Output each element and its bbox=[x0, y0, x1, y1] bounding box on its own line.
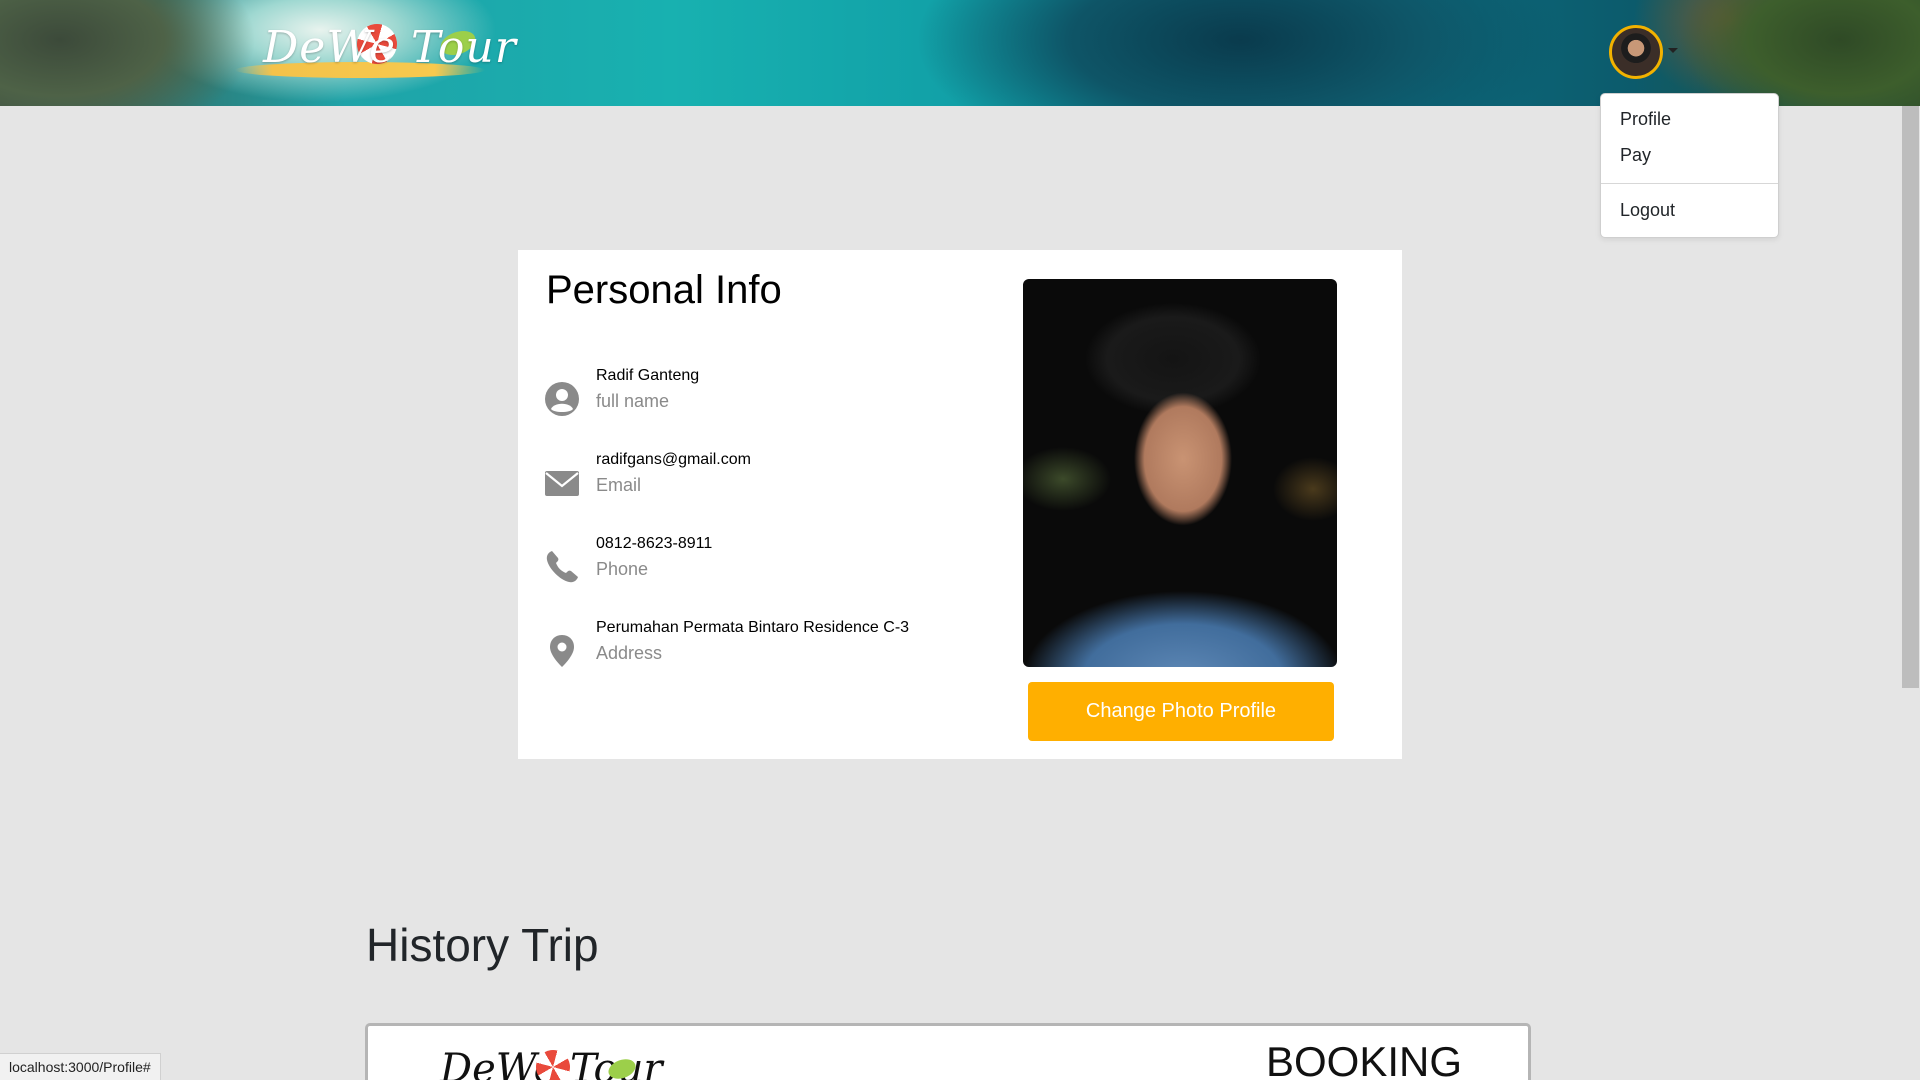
menu-divider bbox=[1601, 183, 1778, 184]
email-label: Email bbox=[596, 475, 642, 495]
phone-icon bbox=[546, 551, 578, 583]
personal-info-card: Personal Info Radif Ganteng full name ra… bbox=[518, 250, 1402, 759]
booking-label: BOOKING bbox=[1266, 1038, 1463, 1080]
address-label: Address bbox=[596, 643, 663, 663]
browser-status-url: localhost:3000/Profile# bbox=[0, 1053, 161, 1080]
booking-card: DeWe Tour BOOKING bbox=[365, 1023, 1531, 1080]
info-row-fullname: Radif Ganteng full name bbox=[544, 367, 994, 427]
info-row-email: radifgans@gmail.com Email bbox=[544, 451, 994, 511]
caret-down-icon[interactable] bbox=[1668, 48, 1678, 53]
brand-logo[interactable]: DeWe Tour bbox=[235, 16, 516, 82]
fullname-label: full name bbox=[596, 391, 670, 411]
phone-label: Phone bbox=[596, 559, 649, 579]
header-banner: DeWe Tour bbox=[0, 0, 1920, 106]
profile-photo bbox=[1023, 279, 1337, 667]
history-trip-title: History Trip bbox=[366, 919, 599, 971]
info-row-address: Perumahan Permata Bintaro Residence C-3 … bbox=[544, 619, 994, 679]
map-pin-icon bbox=[550, 635, 574, 667]
envelope-icon bbox=[545, 471, 579, 496]
menu-item-logout[interactable]: Logout bbox=[1620, 200, 1675, 221]
scrollbar-thumb[interactable] bbox=[1902, 106, 1919, 688]
logo-text: DeWe Tour bbox=[263, 22, 517, 73]
phone-value: 0812-8623-8911 bbox=[596, 535, 713, 552]
info-row-phone: 0812-8623-8911 Phone bbox=[544, 535, 994, 595]
booking-logo: DeWe Tour bbox=[440, 1043, 663, 1080]
menu-item-pay[interactable]: Pay bbox=[1620, 145, 1651, 166]
personal-info-title: Personal Info bbox=[546, 268, 782, 312]
email-value: radifgans@gmail.com bbox=[596, 451, 751, 468]
user-circle-icon bbox=[545, 382, 579, 416]
user-dropdown-menu: Profile Pay Logout bbox=[1600, 93, 1779, 238]
menu-item-profile[interactable]: Profile bbox=[1620, 109, 1671, 130]
address-value: Perumahan Permata Bintaro Residence C-3 bbox=[596, 619, 910, 636]
change-photo-profile-button[interactable]: Change Photo Profile bbox=[1028, 682, 1334, 741]
fullname-value: Radif Ganteng bbox=[596, 367, 700, 384]
user-avatar-button[interactable] bbox=[1609, 25, 1663, 79]
